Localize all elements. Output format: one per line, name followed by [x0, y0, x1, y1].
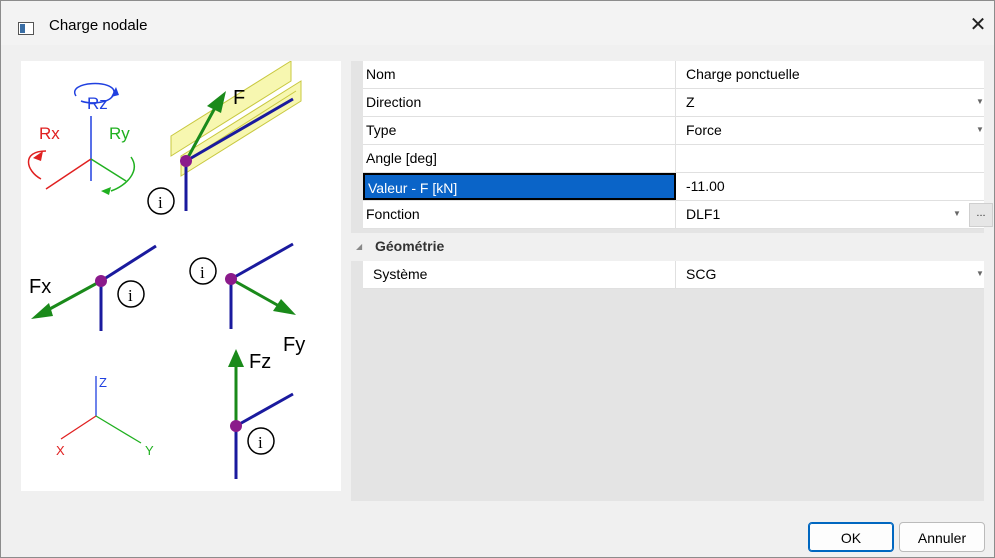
row-label: Direction — [363, 89, 676, 116]
valeur-value[interactable]: -11.00 — [686, 173, 946, 200]
ibeam-force-figure: F i — [147, 61, 302, 215]
rz-label: Rz — [87, 94, 108, 113]
row-fonction[interactable]: Fonction DLF1 ▼ ... — [363, 201, 993, 229]
fx-label: Fx — [29, 276, 51, 298]
type-value[interactable]: Force — [686, 117, 946, 144]
row-label: Valeur - F [kN] — [363, 173, 676, 200]
global-axes-figure: Z X Y — [56, 375, 154, 458]
row-label: Fonction — [363, 201, 676, 228]
fz-label: Fz — [249, 351, 271, 373]
row-label: Système — [363, 261, 676, 288]
window-title: Charge nodale — [49, 17, 148, 34]
group-geometrie[interactable]: ◢ Géométrie — [351, 233, 984, 261]
f-label: F — [233, 87, 245, 109]
systeme-value[interactable]: SCG — [686, 261, 946, 288]
direction-value[interactable]: Z — [686, 89, 946, 116]
row-systeme[interactable]: Système SCG ▼ — [363, 261, 984, 289]
dropdown-arrow-icon[interactable]: ▼ — [976, 97, 984, 106]
row-nom[interactable]: Nom Charge ponctuelle — [363, 61, 984, 89]
dropdown-arrow-icon[interactable]: ▼ — [953, 209, 961, 218]
axis-y-label: Y — [145, 443, 154, 458]
dropdown-arrow-icon[interactable]: ▼ — [976, 125, 984, 134]
illustration-panel: Rz Rx Ry F i Fx i Fy i Z X Y Fz i — [21, 61, 341, 491]
rotation-axes-figure: Rz Rx Ry — [27, 82, 135, 195]
nom-value[interactable]: Charge ponctuelle — [686, 61, 946, 88]
info-icon: i — [158, 193, 163, 212]
info-icon: i — [128, 286, 133, 305]
dialog-window: Charge nodale ✕ Rz Rx Ry F i Fx i Fy i Z… — [0, 0, 995, 558]
cancel-button[interactable]: Annuler — [899, 522, 985, 552]
info-icon: i — [200, 263, 205, 282]
app-icon — [18, 22, 34, 35]
collapse-triangle-icon[interactable]: ◢ — [356, 242, 362, 251]
ellipsis-button[interactable]: ... — [969, 203, 993, 227]
rx-label: Rx — [39, 124, 60, 143]
row-angle[interactable]: Angle [deg] — [363, 145, 984, 173]
info-icon: i — [258, 433, 263, 452]
row-direction[interactable]: Direction Z ▼ — [363, 89, 984, 117]
close-icon[interactable]: ✕ — [964, 11, 992, 39]
axis-x-label: X — [56, 443, 65, 458]
row-label: Type — [363, 117, 676, 144]
angle-value[interactable] — [686, 145, 946, 172]
axis-z-label: Z — [99, 375, 107, 390]
row-valeur[interactable]: Valeur - F [kN] -11.00 — [363, 173, 984, 201]
ok-button[interactable]: OK — [808, 522, 894, 552]
row-type[interactable]: Type Force ▼ — [363, 117, 984, 145]
property-grid: Nom Charge ponctuelle Direction Z ▼ Type… — [351, 61, 993, 501]
fx-figure: Fx i — [29, 244, 157, 331]
fy-label: Fy — [283, 334, 305, 356]
row-label: Angle [deg] — [363, 145, 676, 172]
title-bar: Charge nodale ✕ — [1, 1, 994, 45]
group-title: Géométrie — [375, 238, 445, 254]
fz-figure: Fz i — [228, 349, 294, 479]
load-diagram: Rz Rx Ry F i Fx i Fy i Z X Y Fz i — [27, 61, 305, 479]
ry-label: Ry — [109, 124, 130, 143]
fy-figure: Fy i — [189, 242, 305, 356]
row-label: Nom — [363, 61, 676, 88]
fonction-value[interactable]: DLF1 — [686, 201, 946, 228]
dropdown-arrow-icon[interactable]: ▼ — [976, 269, 984, 278]
